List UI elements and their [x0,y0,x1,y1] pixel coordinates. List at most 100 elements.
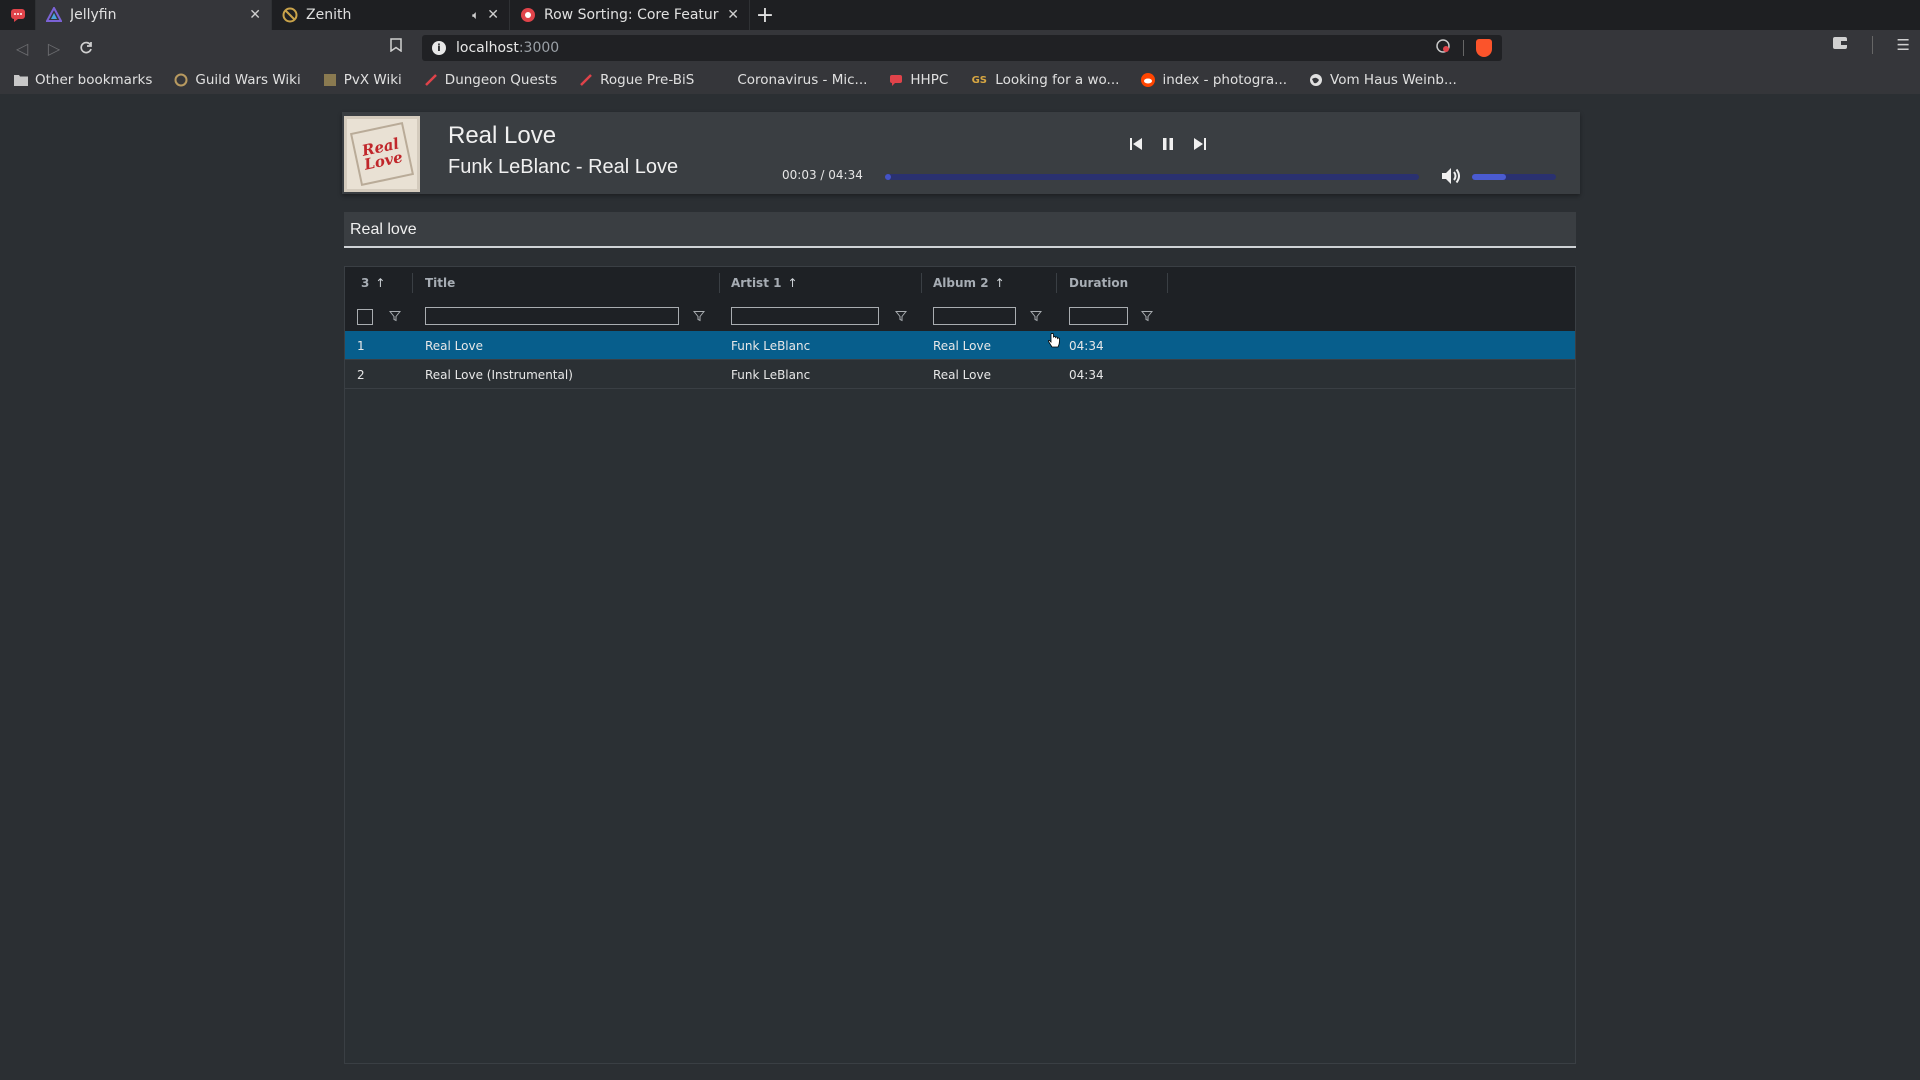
reload-button[interactable] [70,32,102,64]
close-tab-icon[interactable]: ✕ [727,7,739,23]
column-header-duration[interactable]: Duration [1069,267,1128,299]
volume-button[interactable] [1440,166,1462,186]
seek-bar-fill [885,174,891,180]
column-separator[interactable] [921,273,922,293]
red-site-icon [520,7,536,23]
bookmark-label: HHPC [910,72,949,88]
column-label: 3 [361,276,370,290]
blank-page-icon [716,73,730,87]
select-all-checkbox[interactable] [357,309,373,325]
volume-slider[interactable] [1472,174,1556,180]
filter-icon[interactable] [1141,310,1153,322]
speaker-mute-icon[interactable]: 🔈︎ [472,8,479,23]
reload-icon [80,41,92,54]
artist-filter-input[interactable] [731,307,879,325]
track-grid: 3 ↑ Title Artist 1 ↑ Album 2 ↑ Duration 1 [344,266,1576,1064]
extension-icon[interactable] [1435,38,1451,58]
column-separator[interactable] [719,273,720,293]
column-header-index[interactable]: 3 ↑ [361,267,385,299]
skip-previous-icon [1130,138,1142,150]
row-title: Real Love [425,338,483,353]
next-track-button[interactable] [1192,136,1208,152]
site-info-icon[interactable]: i [432,41,446,55]
seek-bar[interactable] [885,174,1419,180]
close-tab-icon[interactable]: ✕ [487,7,499,23]
close-tab-icon[interactable]: ✕ [249,7,261,23]
brave-shield-icon[interactable] [1476,39,1492,57]
bookmark-coronavirus[interactable]: Coronavirus - Mic... [716,72,867,88]
tab-row-sorting[interactable]: Row Sorting: Core Feature of g ✕ [510,0,750,30]
table-row[interactable]: 2 Real Love (Instrumental) Funk LeBlanc … [345,360,1575,389]
chat-bubble-icon [889,73,903,87]
bookmark-label: index - photogra... [1162,72,1288,88]
bookmark-dungeon-quests[interactable]: Dungeon Quests [424,72,557,88]
divider [1871,36,1873,54]
column-label: Duration [1069,276,1129,290]
song-title: Real Love [448,122,557,149]
column-separator[interactable] [1167,273,1168,293]
search-input[interactable]: Real love [344,212,1576,248]
column-separator[interactable] [1056,273,1057,293]
row-duration: 04:34 [1069,338,1104,353]
tab-zenith[interactable]: Zenith 🔈︎ ✕ [272,0,510,30]
column-separator[interactable] [412,273,413,293]
column-label: Artist 1 [731,276,782,290]
guild-wars-icon [174,73,188,87]
row-artist: Funk LeBlanc [731,338,811,353]
new-tab-button[interactable]: + [750,0,780,30]
bookmark-pvx[interactable]: PvX Wiki [323,72,402,88]
table-row[interactable]: 1 Real Love Funk LeBlanc Real Love 04:34 [345,331,1575,360]
filter-icon[interactable] [1030,310,1042,322]
column-label: Album 2 [933,276,989,290]
column-header-album[interactable]: Album 2 ↑ [933,267,1005,299]
bookmark-other[interactable]: Other bookmarks [14,72,152,88]
title-filter-input[interactable] [425,307,679,325]
row-artist: Funk LeBlanc [731,367,811,382]
sort-ascending-icon: ↑ [375,276,386,290]
bookmark-label: Looking for a wo... [995,72,1120,88]
forward-button[interactable]: ▷ [38,32,70,64]
column-label: Title [425,276,456,290]
album-filter-input[interactable] [933,307,1016,325]
bookmark-guild-wars[interactable]: Guild Wars Wiki [174,72,301,88]
tab-title: Jellyfin [70,7,117,23]
filter-icon[interactable] [389,310,401,322]
bookmark-rogue[interactable]: Rogue Pre-BiS [579,72,694,88]
jellyfin-icon [46,7,62,23]
bookmark-label: PvX Wiki [343,72,402,88]
pause-icon [1163,138,1173,150]
pause-button[interactable] [1160,136,1176,152]
tab-strip: Jellyfin ✕ Zenith 🔈︎ ✕ Row Sorting: Core… [0,0,1920,30]
chat-bubble-icon [10,7,26,23]
tab-search-button[interactable] [0,0,36,30]
skip-next-icon [1194,138,1206,150]
column-header-title[interactable]: Title [425,267,455,299]
bookmark-page-icon[interactable] [390,38,402,56]
reddit-icon [1141,73,1156,87]
now-playing-bar: Real Love Real Love Funk LeBlanc - Real … [342,112,1580,194]
bookmarks-bar: Other bookmarks Guild Wars Wiki PvX Wiki… [0,66,1920,94]
bookmark-label: Dungeon Quests [444,72,558,88]
wallet-icon[interactable] [1832,36,1848,54]
menu-icon[interactable]: ☰ [1897,36,1910,54]
hand-cursor-icon [1047,333,1060,348]
address-bar[interactable]: i localhost:3000 [422,35,1502,61]
bookmark-hhpc[interactable]: HHPC [889,72,948,88]
bookmark-label: Other bookmarks [35,72,153,88]
grid-header: 3 ↑ Title Artist 1 ↑ Album 2 ↑ Duration [345,267,1575,331]
filter-icon[interactable] [693,310,705,322]
cover-text: Real Love [360,134,405,174]
tab-title: Zenith [306,7,352,23]
bookmark-index[interactable]: index - photogra... [1141,72,1287,88]
filter-icon[interactable] [895,310,907,322]
bookmark-vom-haus[interactable]: Vom Haus Weinb... [1309,72,1457,88]
bookmark-label: Rogue Pre-BiS [600,72,695,88]
navigation-bar: ◁ ▷ i localhost:3000 ☰ [0,30,1920,66]
column-header-artist[interactable]: Artist 1 ↑ [731,267,798,299]
back-button[interactable]: ◁ [6,32,38,64]
bookmark-looking[interactable]: GS Looking for a wo... [970,72,1120,88]
previous-track-button[interactable] [1128,136,1144,152]
gs-icon: GS [971,74,987,86]
duration-filter-input[interactable] [1069,307,1128,325]
tab-jellyfin[interactable]: Jellyfin ✕ [36,0,272,30]
